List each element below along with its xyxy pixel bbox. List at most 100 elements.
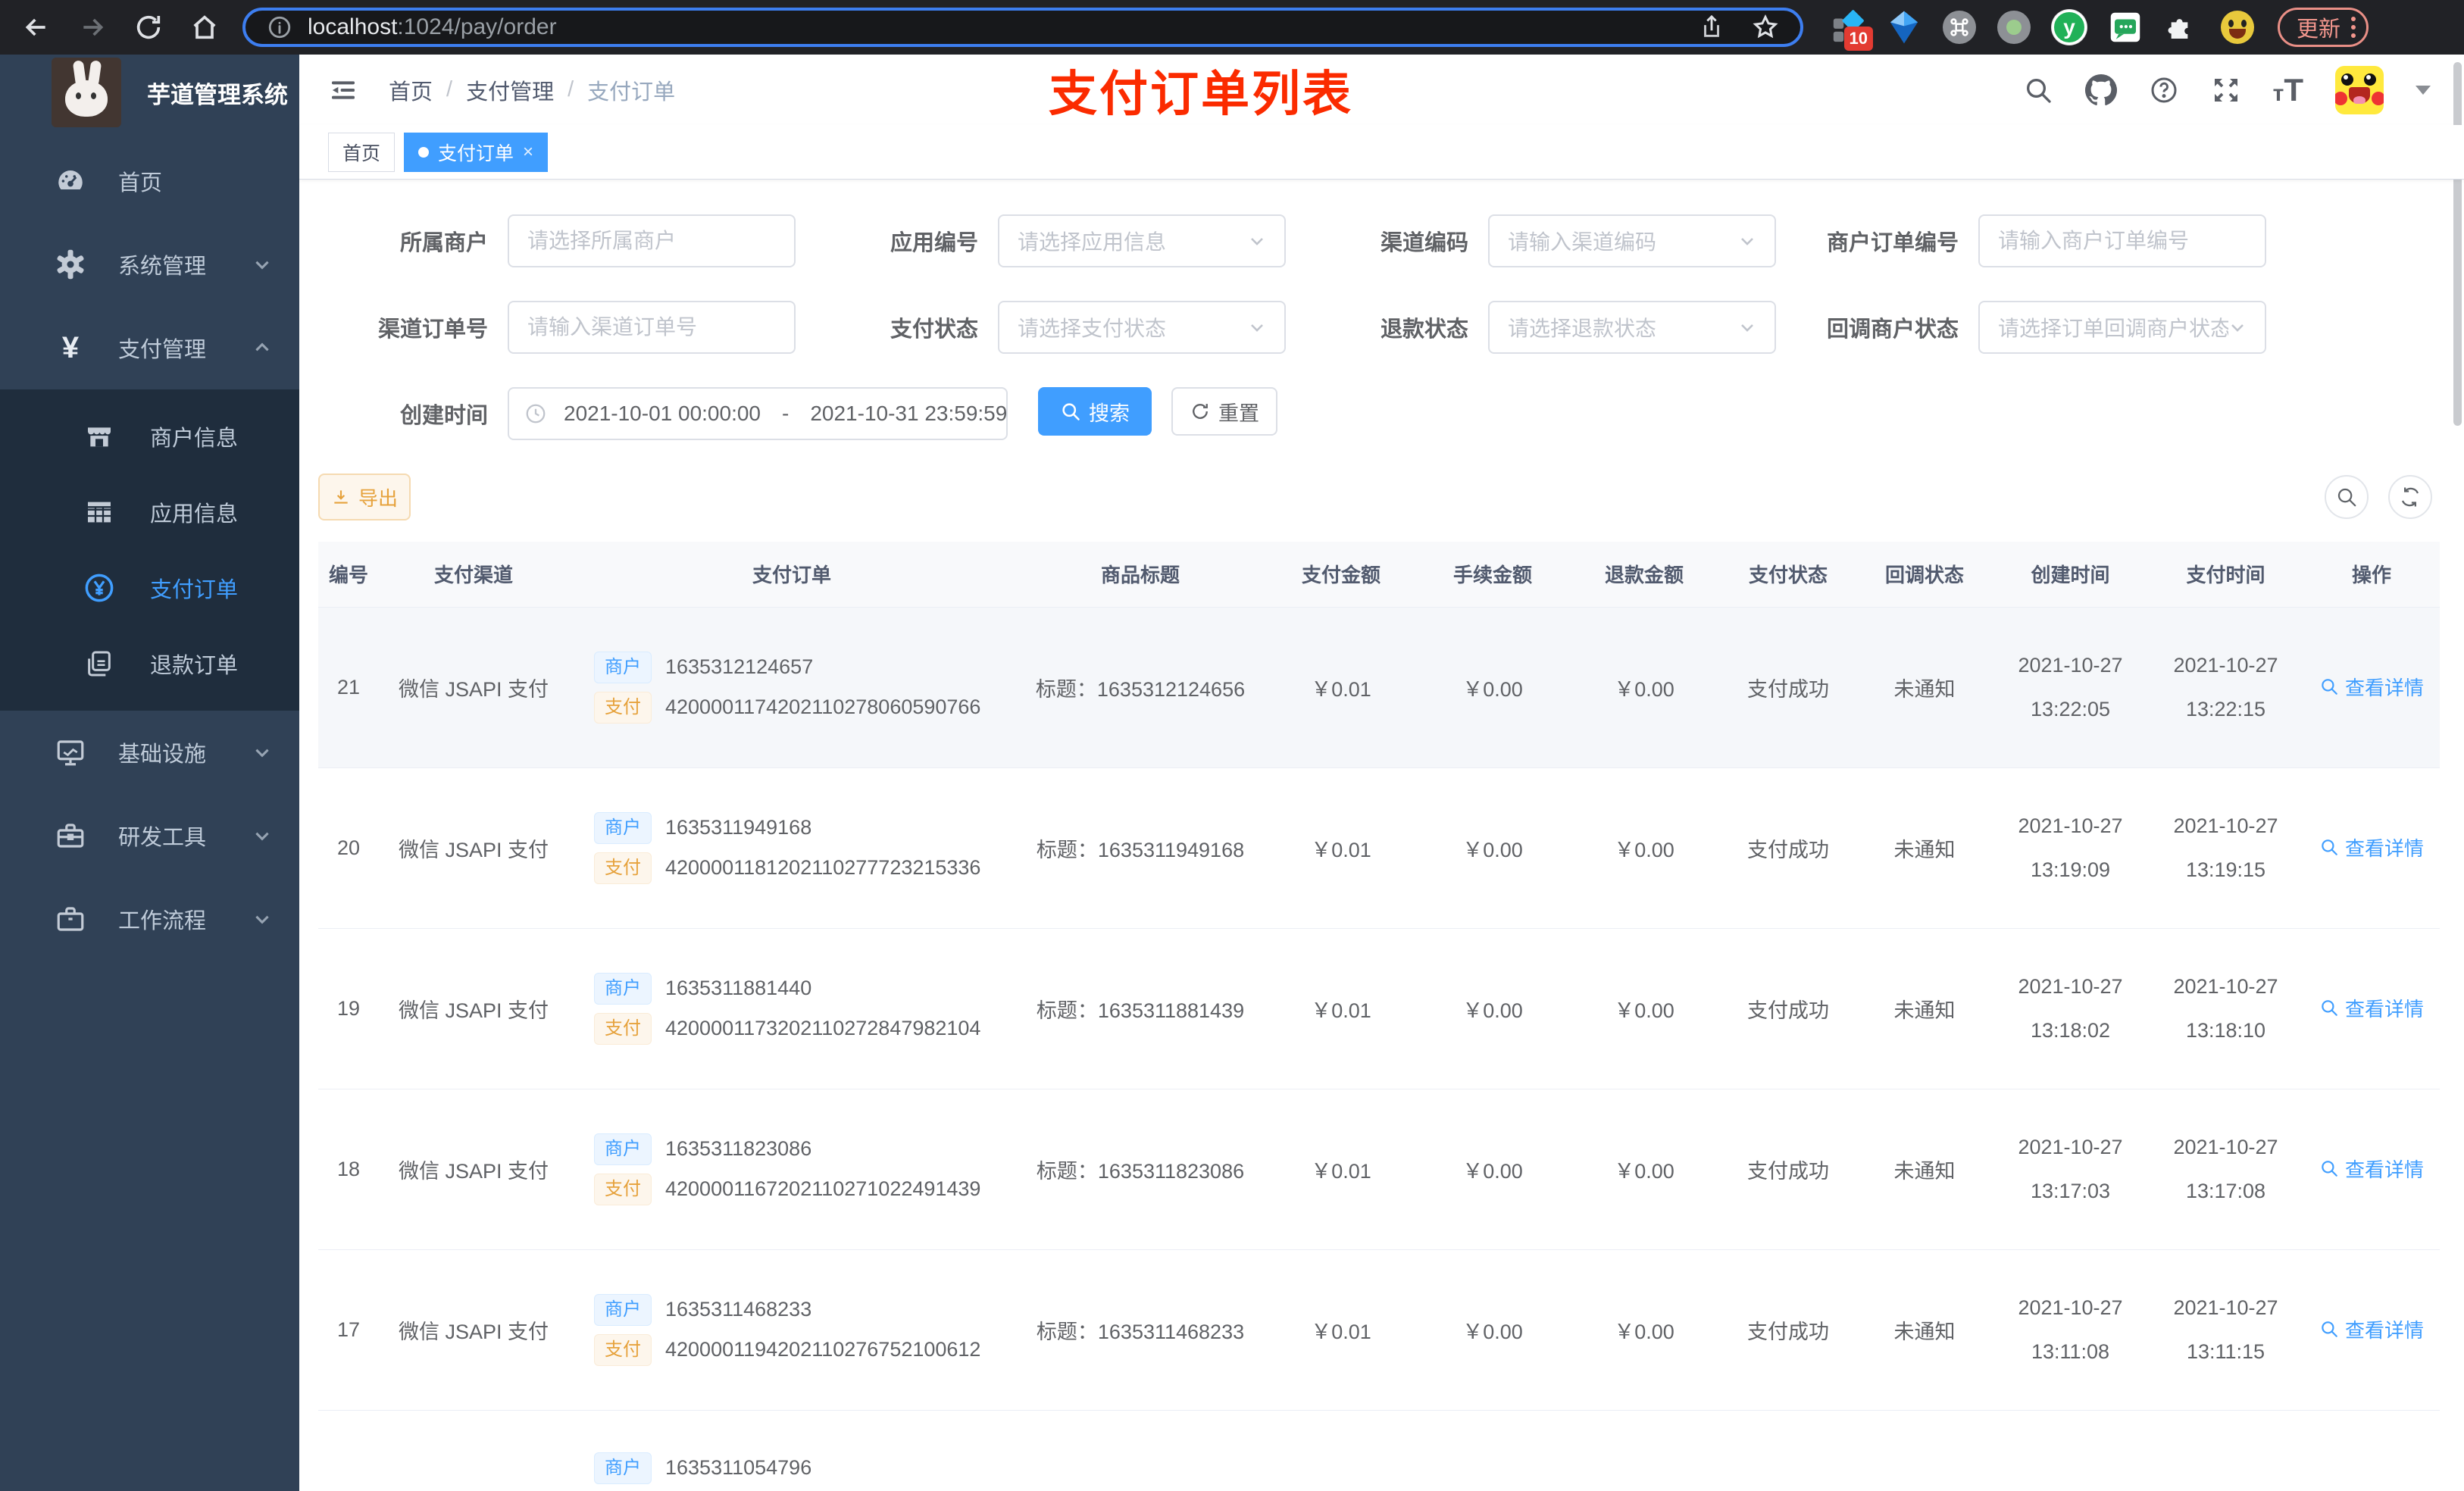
cell-channel: 微信 JSAPI 支付 <box>379 607 568 768</box>
search-button[interactable]: 搜索 <box>1038 387 1152 436</box>
address-bar[interactable]: localhost:1024/pay/order <box>242 8 1803 47</box>
site-info-icon[interactable] <box>267 14 292 40</box>
user-avatar[interactable] <box>2335 65 2384 114</box>
merchant-order-no-input[interactable] <box>1978 214 2266 267</box>
app-select[interactable]: 请选择应用信息 <box>998 214 1286 267</box>
extension-kite-icon[interactable] <box>1887 10 1921 45</box>
refund-status-select[interactable]: 请选择退款状态 <box>1488 301 1776 354</box>
cell-refund: ￥0.00 <box>1568 1249 1720 1411</box>
tab-close-icon[interactable]: × <box>523 142 533 163</box>
browser-update-button[interactable]: 更新 <box>2278 8 2369 47</box>
refresh-button[interactable] <box>2388 475 2432 519</box>
cell-refund: ￥0.00 <box>1568 1089 1720 1250</box>
cell-action: 查看详情 <box>2303 607 2440 768</box>
create-time-range-picker[interactable]: 2021-10-01 00:00:00 - 2021-10-31 23:59:5… <box>508 387 1008 440</box>
browser-menu-icon[interactable] <box>2351 17 2356 38</box>
view-detail-link[interactable]: 查看详情 <box>2319 833 2424 861</box>
browser-forward-button[interactable] <box>77 12 108 42</box>
github-icon[interactable] <box>2084 73 2117 106</box>
cell-fee: ￥0.00 <box>1417 607 1568 768</box>
cell-amount: ￥0.01 <box>1265 767 1417 929</box>
browser-home-button[interactable] <box>189 12 220 42</box>
cell-status: 支付成功 <box>1720 607 1856 768</box>
cell-paid: 2021-10-27 13:11:15 <box>2148 1249 2303 1411</box>
avatar-dropdown-icon[interactable] <box>2416 85 2431 95</box>
table-row: 19 微信 JSAPI 支付 商户 1635311881440 支付 42000… <box>318 928 2440 1089</box>
fullscreen-icon[interactable] <box>2211 75 2241 105</box>
pay-tag: 支付 <box>594 691 652 724</box>
extension-diamond-icon[interactable]: 10 <box>1831 10 1873 51</box>
toggle-search-button[interactable] <box>2325 475 2369 519</box>
tab-pay-order[interactable]: 支付订单 × <box>404 132 549 172</box>
view-detail-link[interactable]: 查看详情 <box>2319 1155 2424 1183</box>
cell-channel: 微信 JSAPI 支付 <box>379 1089 568 1250</box>
cell-pay-order: 商户 1635311881440 支付 42000011732021102728… <box>568 928 1015 1089</box>
browser-back-button[interactable] <box>21 12 52 42</box>
cell-created: 2021-10-27 13:17:03 <box>1993 1089 2148 1250</box>
pay-status-select[interactable]: 请选择支付状态 <box>998 301 1286 354</box>
sidebar-item-workflow[interactable]: 工作流程 <box>0 877 299 961</box>
window-scrollbar[interactable] <box>2453 62 2462 426</box>
merchant-tag: 商户 <box>594 1293 652 1326</box>
profile-emoji-icon[interactable] <box>2220 10 2255 45</box>
export-button[interactable]: 导出 <box>318 474 411 520</box>
cell-channel: 微信 JSAPI 支付 <box>379 767 568 929</box>
share-icon[interactable] <box>1699 14 1724 40</box>
sidebar-item-merchant-info[interactable]: 商户信息 <box>0 399 299 474</box>
font-size-icon[interactable]: тT <box>2273 73 2303 106</box>
cell-status: 支付成功 <box>1720 928 1856 1089</box>
sidebar-item-refund-order[interactable]: 退款订单 <box>0 626 299 702</box>
cell-status: 支付成功 <box>1720 1089 1856 1250</box>
table-header-row: 编号 支付渠道 支付订单 商品标题 支付金额 手续金额 退款金额 支付状态 回调状态 创建… <box>318 542 2440 608</box>
sidebar-item-infrastructure[interactable]: 基础设施 <box>0 711 299 794</box>
view-detail-link[interactable]: 查看详情 <box>2319 673 2424 701</box>
chevron-down-icon <box>252 255 272 274</box>
breadcrumb-payment[interactable]: 支付管理 <box>466 74 554 106</box>
sidebar-collapse-icon[interactable] <box>328 75 358 105</box>
dashboard-icon <box>53 165 88 197</box>
bookmark-star-icon[interactable] <box>1752 14 1779 41</box>
yen-icon: ¥ <box>61 330 80 364</box>
extension-badge: 10 <box>1843 27 1873 51</box>
channel-order-no-input[interactable] <box>508 301 796 354</box>
sidebar-item-pay-order[interactable]: 支付订单 <box>0 550 299 626</box>
browser-reload-button[interactable] <box>133 12 164 42</box>
help-icon[interactable] <box>2149 75 2179 105</box>
extensions-puzzle-icon[interactable] <box>2164 10 2199 45</box>
sidebar-item-home[interactable]: 首页 <box>0 139 299 223</box>
cell-id: 19 <box>318 928 379 1089</box>
extension-dot-icon[interactable] <box>1997 11 2031 44</box>
view-detail-link[interactable]: 查看详情 <box>2319 994 2424 1022</box>
cell-id: 21 <box>318 607 379 768</box>
pay-tag: 支付 <box>594 1012 652 1045</box>
channel-code-select[interactable]: 请输入渠道编码 <box>1488 214 1776 267</box>
breadcrumb-home[interactable]: 首页 <box>389 74 433 106</box>
cell-action: 查看详情 <box>2303 1249 2440 1411</box>
sidebar-item-system[interactable]: 系统管理 <box>0 223 299 306</box>
toolbox-icon <box>53 820 88 852</box>
chevron-down-icon <box>1738 232 1756 250</box>
merchant-tag: 商户 <box>594 1133 652 1165</box>
cell-paid: 2021-10-27 13:17:08 <box>2148 1089 2303 1250</box>
extension-chat-icon[interactable] <box>2108 10 2143 45</box>
merchant-tag: 商户 <box>594 972 652 1005</box>
cell-title: 标题：1635312124656 <box>1015 607 1265 768</box>
breadcrumb: 首页 / 支付管理 / 支付订单 <box>389 74 675 106</box>
cell-refund: ￥0.00 <box>1568 767 1720 929</box>
sidebar-item-dev-tools[interactable]: 研发工具 <box>0 794 299 877</box>
extension-y-icon[interactable]: y <box>2052 10 2087 45</box>
sidebar-item-app-info[interactable]: 应用信息 <box>0 474 299 550</box>
extension-command-icon[interactable] <box>1943 11 1976 44</box>
logo-rabbit-image <box>52 58 121 127</box>
search-icon[interactable] <box>2023 75 2053 105</box>
cell-created: 2021-10-27 13:18:02 <box>1993 928 2148 1089</box>
callback-status-select[interactable]: 请选择订单回调商户状态 <box>1978 301 2266 354</box>
tab-home[interactable]: 首页 <box>328 132 396 172</box>
cell-channel: 微信 JSAPI 支付 <box>379 928 568 1089</box>
merchant-input[interactable] <box>508 214 796 267</box>
app-logo[interactable]: 芋道管理系统 <box>0 55 299 130</box>
sidebar-item-payment[interactable]: ¥ 支付管理 <box>0 306 299 389</box>
reset-button[interactable]: 重置 <box>1171 387 1277 436</box>
view-detail-link[interactable]: 查看详情 <box>2319 1315 2424 1343</box>
cell-pay-order: 商户 1635311468233 支付 42000011942021102767… <box>568 1249 1015 1411</box>
